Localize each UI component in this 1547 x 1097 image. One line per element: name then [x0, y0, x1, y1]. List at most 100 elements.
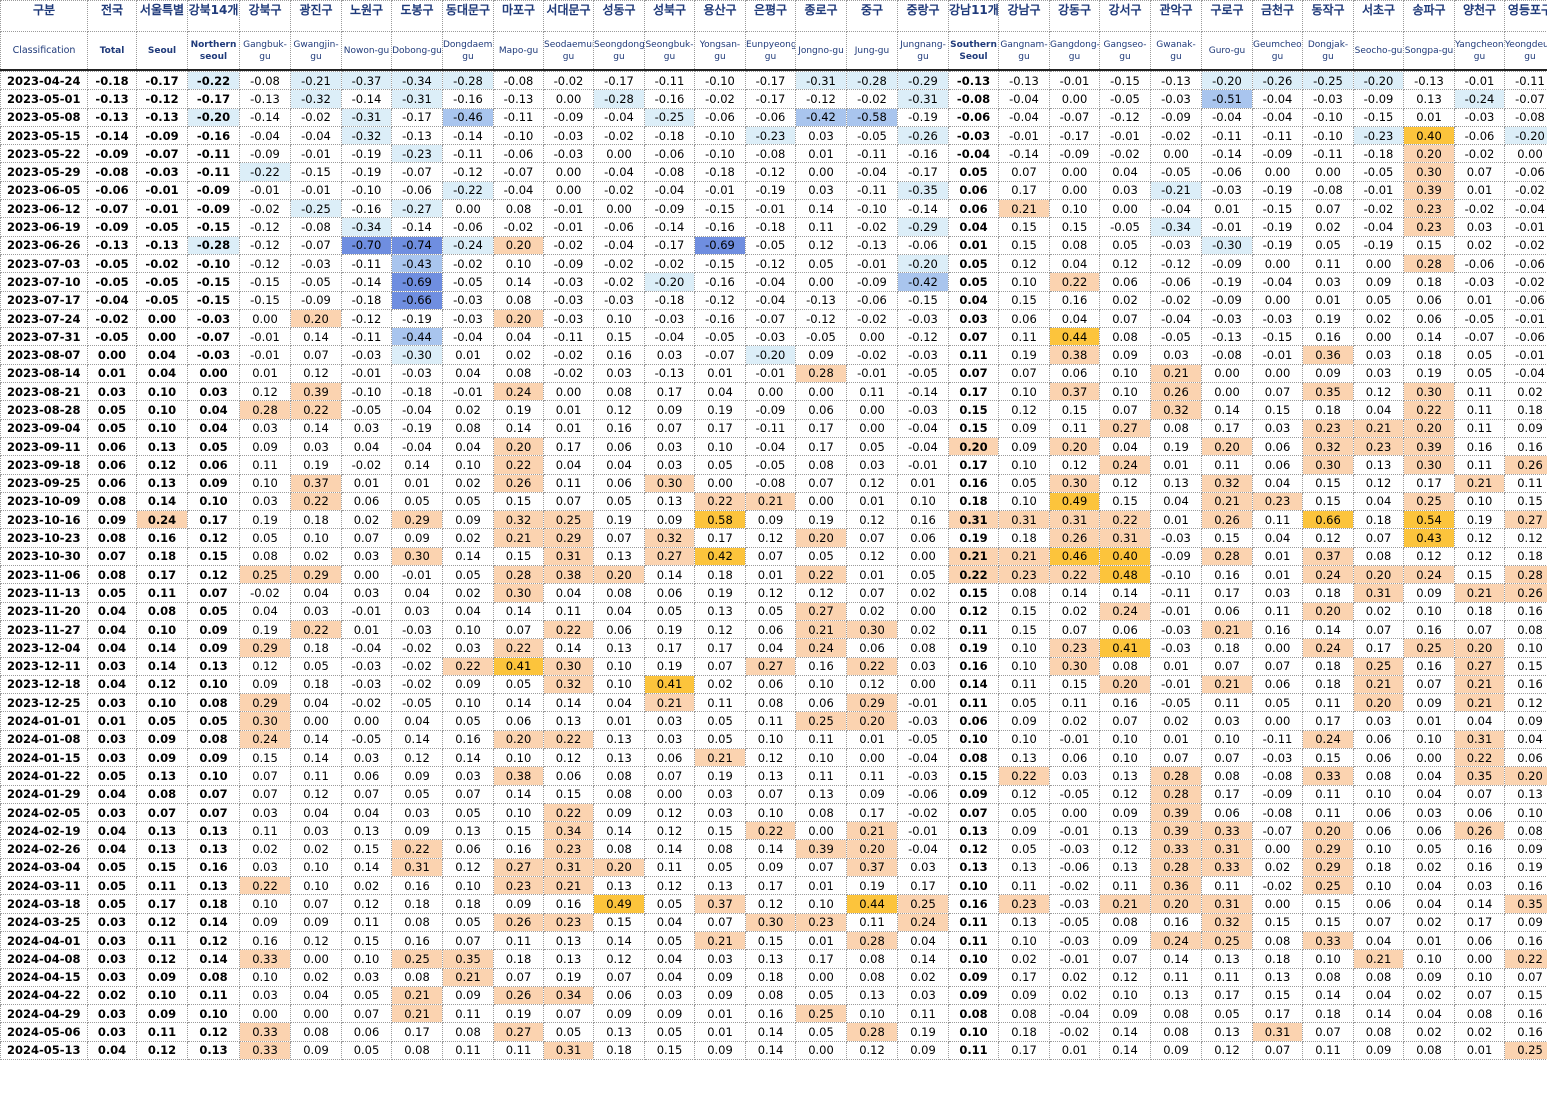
value-cell: 0.00 [1403, 747, 1455, 768]
value-cell: -0.09 [87, 217, 137, 237]
value-cell: 0.07 [1049, 619, 1100, 640]
value-cell: -0.03 [136, 162, 188, 182]
value-cell: -0.11 [493, 107, 544, 127]
value-cell: 0.09 [998, 711, 1050, 731]
value-cell: 0.00 [1252, 363, 1303, 384]
value-cell: 0.04 [87, 1040, 137, 1061]
value-cell: -0.09 [644, 199, 695, 219]
value-cell: 0.06 [341, 1022, 392, 1042]
value-cell: 0.11 [745, 711, 796, 731]
value-cell: 0.08 [136, 601, 188, 621]
value-cell: 0.00 [1252, 894, 1303, 914]
value-cell: 0.04 [1353, 930, 1404, 951]
value-cell: 0.09 [136, 747, 188, 768]
value-cell: 0.13 [136, 473, 188, 493]
value-cell: 0.22 [1403, 400, 1455, 420]
value-cell: 0.10 [1504, 638, 1547, 658]
value-cell: 0.08 [87, 491, 137, 512]
value-cell: -0.01 [136, 180, 188, 201]
value-cell: 0.11 [1302, 802, 1354, 823]
column-header-en: Gangbuk-gu [239, 31, 291, 71]
value-cell: 0.06 [341, 491, 392, 512]
value-cell: -0.03 [341, 674, 392, 695]
value-cell: 0.05 [1403, 839, 1455, 859]
value-cell: -0.01 [745, 363, 796, 384]
value-cell: 0.14 [897, 949, 949, 969]
value-cell: -0.69 [694, 235, 746, 255]
value-cell: 0.14 [745, 1040, 796, 1061]
value-cell: -0.04 [442, 327, 494, 347]
value-cell: -0.19 [745, 180, 796, 201]
value-cell: 0.03 [897, 985, 949, 1006]
value-cell: 0.06 [644, 583, 695, 603]
value-cell: 0.08 [998, 583, 1050, 603]
value-cell: 0.03 [1454, 217, 1505, 237]
value-cell: 0.15 [1099, 491, 1151, 512]
date-cell: 2023-09-04 [0, 418, 88, 438]
value-cell: -0.22 [442, 180, 494, 201]
value-cell: 0.13 [593, 747, 645, 768]
value-cell: 0.09 [391, 766, 443, 786]
value-cell: 0.17 [644, 638, 695, 658]
value-cell: 0.49 [1049, 491, 1100, 512]
value-cell: 0.09 [948, 967, 999, 987]
table-row: 2023-12-25 0.03 0.10 0.08 0.29 0.04 -0.02 -0.05… [0, 693, 1547, 713]
value-cell: -0.02 [593, 125, 645, 146]
value-cell: 0.13 [1150, 473, 1202, 493]
value-cell: -0.07 [136, 144, 188, 164]
table-row: 2023-08-07 0.00 0.04 -0.03 -0.01 0.07 -0.03 -0.… [0, 345, 1547, 365]
value-cell: 0.28 [1150, 857, 1202, 878]
value-cell: 0.32 [543, 674, 594, 695]
value-cell: 0.00 [1252, 839, 1303, 859]
column-header-kr: 동대문구 [442, 0, 494, 32]
value-cell: 0.01 [239, 363, 291, 384]
column-header-en: Gwanak-gu [1150, 31, 1202, 71]
value-cell: 0.39 [1403, 180, 1455, 201]
value-cell: 0.15 [239, 747, 291, 768]
header-row-korean: 구분 전국 서울특별 강북14개 강북구 광진구 노원구 도봉구 동대문구 마포구 서대문구 성동구… [0, 0, 1547, 32]
value-cell: 0.00 [87, 345, 137, 365]
value-cell: 0.03 [644, 455, 695, 475]
value-cell: 0.06 [1201, 802, 1253, 823]
value-cell: 0.12 [1099, 784, 1151, 804]
value-cell: 0.08 [1353, 766, 1404, 786]
value-cell: 0.31 [1099, 528, 1151, 548]
value-cell: 0.16 [543, 894, 594, 914]
value-cell: 0.30 [1403, 455, 1455, 475]
value-cell: 0.02 [1454, 1022, 1505, 1042]
value-cell: 0.10 [1099, 747, 1151, 768]
value-cell: 0.44 [846, 894, 898, 914]
value-cell: 0.09 [644, 400, 695, 420]
value-cell: 0.25 [1504, 1040, 1547, 1061]
value-cell: -0.02 [543, 235, 594, 255]
value-cell: 0.02 [239, 839, 291, 859]
table-row: 2024-02-05 0.03 0.07 0.07 0.03 0.04 0.04 0.03 0.… [0, 802, 1547, 823]
value-cell: 0.04 [1403, 784, 1455, 804]
value-cell: -0.05 [1454, 308, 1505, 329]
value-cell: -0.09 [1150, 107, 1202, 127]
value-cell: -0.20 [1201, 70, 1253, 91]
value-cell: -0.07 [1049, 107, 1100, 127]
value-cell: -0.02 [1049, 1022, 1100, 1042]
column-header-en: Seongdong-gu [593, 31, 645, 71]
value-cell: -0.12 [239, 217, 291, 237]
date-cell: 2024-03-04 [0, 857, 88, 878]
value-cell: 0.08 [1049, 235, 1100, 255]
value-cell: 0.12 [290, 930, 342, 951]
value-cell: 0.21 [998, 546, 1050, 567]
value-cell: -0.01 [694, 180, 746, 201]
value-cell: -0.07 [1252, 821, 1303, 841]
value-cell: 0.34 [543, 985, 594, 1006]
column-header-kr: 노원구 [341, 0, 392, 32]
value-cell: 0.05 [1454, 345, 1505, 365]
value-cell: -0.11 [1150, 583, 1202, 603]
date-cell: 2023-10-30 [0, 546, 88, 567]
value-cell: 0.24 [493, 382, 544, 402]
table-row: 2023-05-15 -0.14 -0.09 -0.16 -0.04 -0.04 -0.32… [0, 125, 1547, 146]
value-cell: 0.10 [948, 1022, 999, 1042]
date-cell: 2023-06-05 [0, 180, 88, 201]
value-cell: -0.10 [1302, 107, 1354, 127]
value-cell: 0.03 [87, 949, 137, 969]
value-cell: -0.01 [998, 125, 1050, 146]
value-cell: 0.17 [948, 382, 999, 402]
